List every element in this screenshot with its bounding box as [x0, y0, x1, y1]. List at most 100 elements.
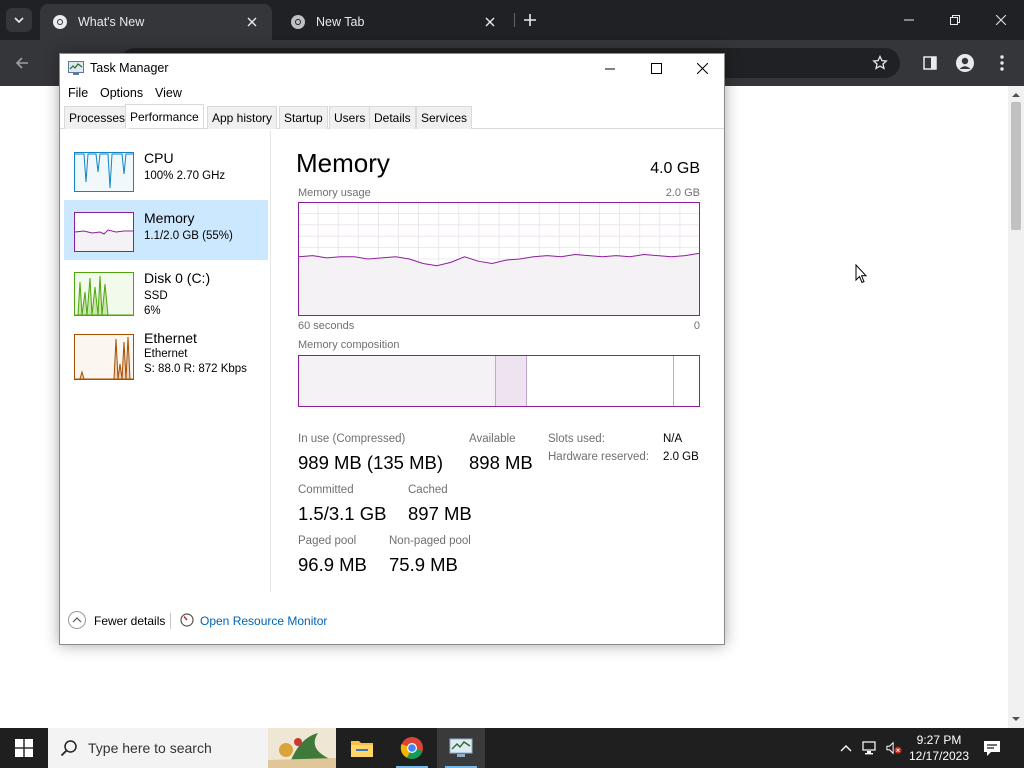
page-title: Memory [296, 148, 390, 178]
chevron-down-icon [14, 17, 24, 23]
start-button[interactable] [0, 728, 48, 768]
slots-used-value: N/A [663, 433, 683, 445]
tab-processes[interactable]: Processes [64, 106, 131, 129]
available-value: 898 MB [469, 452, 533, 473]
slots-used-label: Slots used: [548, 433, 605, 445]
profile-button[interactable] [955, 53, 975, 73]
cached-value: 897 MB [408, 503, 472, 524]
composition-in-use[interactable] [299, 356, 495, 406]
axis-right-label: 0 [693, 320, 700, 332]
close-tab-icon[interactable] [482, 14, 498, 30]
chrome-minimize-button[interactable] [886, 0, 932, 40]
memory-total: 4.0 GB [650, 160, 700, 177]
bookmark-button[interactable] [870, 53, 890, 73]
cpu-mini-graph [74, 152, 134, 192]
menu-options[interactable]: Options [100, 86, 143, 100]
chrome-tab-new-tab[interactable]: New Tab [278, 4, 510, 40]
tab-startup[interactable]: Startup [279, 106, 328, 129]
disk-mini-graph [74, 272, 134, 316]
tab-search-button[interactable] [6, 8, 32, 32]
show-hidden-icons-button[interactable] [838, 740, 854, 756]
close-button[interactable] [679, 54, 725, 83]
network-tray-icon[interactable] [862, 740, 878, 756]
side-panel-button[interactable] [920, 53, 940, 73]
new-tab-button[interactable] [520, 10, 540, 30]
tab-title: What's New [78, 15, 145, 29]
committed-label: Committed [298, 484, 354, 496]
windows-taskbar: Type here to search 9:27 PM 12/17/2023 [0, 728, 1024, 768]
composition-modified[interactable] [495, 356, 527, 406]
taskbar-search-box[interactable]: Type here to search [48, 728, 336, 768]
taskbar-clock[interactable]: 9:27 PM 12/17/2023 [902, 732, 976, 764]
resource-usage: 6% [144, 305, 161, 317]
chrome-close-button[interactable] [978, 0, 1024, 40]
composition-standby[interactable] [527, 356, 673, 406]
chevron-up-icon [840, 745, 852, 752]
task-manager-window: Task Manager File Options View Processes… [59, 53, 725, 645]
task-manager-icon [68, 61, 84, 75]
menu-file[interactable]: File [68, 86, 88, 100]
chrome-icon [53, 15, 67, 29]
hardware-reserved-label: Hardware reserved: [548, 451, 649, 463]
resource-item-ethernet[interactable]: Ethernet Ethernet S: 88.0 R: 872 Kbps [64, 324, 268, 384]
in-use-label: In use (Compressed) [298, 433, 406, 445]
usage-area [299, 253, 699, 315]
volume-muted-icon [886, 741, 902, 755]
taskbar-task-manager[interactable] [437, 728, 485, 768]
tab-services[interactable]: Services [416, 106, 473, 129]
close-icon [996, 15, 1006, 25]
hardware-reserved-value: 2.0 GB [663, 451, 699, 463]
scrollbar-thumb[interactable] [1011, 102, 1021, 230]
open-resource-monitor-link[interactable]: Open Resource Monitor [200, 614, 327, 628]
composition-label: Memory composition [298, 339, 400, 351]
scroll-up-icon[interactable] [1011, 90, 1021, 100]
network-icon [862, 741, 876, 755]
usage-graph-max: 2.0 GB [665, 187, 700, 199]
minimize-icon [904, 19, 914, 21]
non-paged-pool-label: Non-paged pool [389, 535, 471, 547]
chevron-up-icon[interactable] [68, 611, 86, 629]
chrome-tab-strip: What's New New Tab [0, 0, 1024, 40]
search-placeholder: Type here to search [88, 740, 212, 756]
resource-item-disk[interactable]: Disk 0 (C:) SSD 6% [64, 260, 268, 320]
maximize-icon [650, 63, 662, 74]
chrome-icon [291, 15, 305, 29]
paged-pool-label: Paged pool [298, 535, 357, 547]
arrow-left-icon [15, 57, 28, 69]
paged-pool-value: 96.9 MB [298, 554, 367, 575]
minimize-button[interactable] [587, 54, 633, 83]
task-manager-footer: Fewer details Open Resource Monitor [60, 606, 724, 636]
maximize-button[interactable] [633, 54, 679, 83]
back-button[interactable] [12, 53, 32, 73]
task-manager-titlebar[interactable]: Task Manager [60, 54, 724, 83]
chrome-tab-whats-new[interactable]: What's New [40, 4, 272, 40]
resource-item-memory[interactable]: Memory 1.1/2.0 GB (55%) [64, 200, 268, 260]
tab-details[interactable]: Details [369, 106, 416, 129]
folder-icon [351, 741, 373, 757]
tab-performance[interactable]: Performance [125, 104, 204, 128]
taskbar-chrome[interactable] [388, 728, 436, 768]
resource-item-cpu[interactable]: CPU 100% 2.70 GHz [64, 140, 268, 200]
composition-free[interactable] [673, 356, 699, 406]
vertical-scrollbar[interactable] [1008, 86, 1024, 728]
tab-title: New Tab [316, 15, 365, 29]
volume-tray-icon[interactable] [886, 740, 902, 756]
close-icon [696, 63, 708, 74]
mouse-cursor-icon [855, 264, 867, 284]
chrome-menu-button[interactable] [992, 53, 1012, 73]
tab-app-history[interactable]: App history [207, 106, 278, 129]
close-tab-icon[interactable] [244, 14, 260, 30]
notification-center-icon[interactable] [982, 738, 1002, 758]
clock-date: 12/17/2023 [908, 749, 970, 763]
resource-monitor-icon [180, 613, 194, 627]
minimize-icon [605, 68, 615, 69]
menu-view[interactable]: View [155, 86, 182, 100]
fewer-details-button[interactable]: Fewer details [94, 614, 165, 628]
chrome-restore-button[interactable] [932, 0, 978, 40]
scroll-down-icon[interactable] [1011, 714, 1021, 724]
restore-icon [950, 15, 960, 25]
tab-users[interactable]: Users [329, 106, 371, 129]
resource-detail: Ethernet [144, 348, 188, 360]
resource-name: Memory [144, 210, 195, 226]
taskbar-file-explorer[interactable] [338, 728, 386, 768]
